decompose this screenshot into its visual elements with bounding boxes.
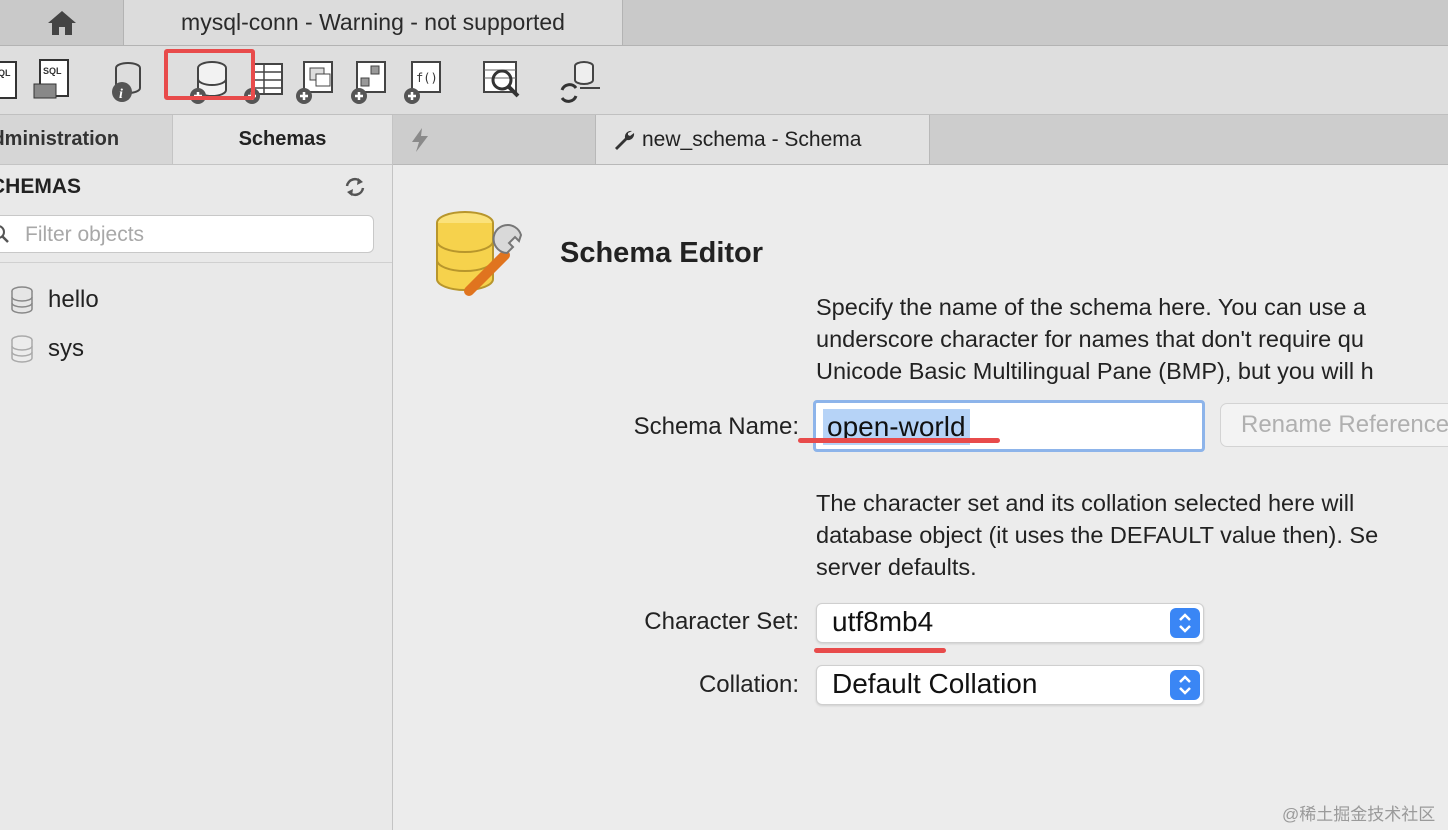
editor-tab-bar: new_schema - Schema <box>393 115 1448 165</box>
collation-label: Collation: <box>698 671 799 698</box>
wrench-icon <box>615 130 635 150</box>
collation-select[interactable]: Default Collation <box>816 665 1204 705</box>
schema-name-label: Schema Name: <box>633 413 799 440</box>
sidebar-divider <box>0 262 392 263</box>
search-icon <box>0 225 9 243</box>
home-icon <box>47 10 76 35</box>
tab-label: new_schema - Schema <box>642 127 862 151</box>
annotation-underline <box>814 648 946 653</box>
sidebar-tabs: Administration Schemas <box>0 115 392 165</box>
tab-schemas[interactable]: Schemas <box>173 115 392 164</box>
search-table-data-icon[interactable] <box>478 54 526 106</box>
collation-value: Default Collation <box>832 668 1038 699</box>
new-sql-tab-icon[interactable]: SQL <box>0 54 26 106</box>
connection-tab[interactable]: mysql-conn - Warning - not supported <box>124 0 623 45</box>
refresh-icon[interactable] <box>342 175 368 199</box>
schema-item-hello[interactable]: hello <box>8 280 99 320</box>
svg-text:i: i <box>119 87 123 102</box>
create-function-icon[interactable]: f() <box>400 54 448 106</box>
character-set-value: utf8mb4 <box>832 606 934 637</box>
schemas-header: SCHEMAS <box>0 175 300 205</box>
database-icon <box>11 286 33 314</box>
svg-text:SQL: SQL <box>43 66 62 76</box>
create-procedure-icon[interactable] <box>345 54 393 106</box>
select-stepper-icon <box>1170 670 1200 700</box>
create-view-icon[interactable] <box>292 54 340 106</box>
svg-text:f(): f() <box>416 71 438 85</box>
name-description-line-2: underscore character for names that don'… <box>816 326 1364 352</box>
schema-editor-icon <box>436 211 523 296</box>
filter-objects-field[interactable] <box>0 215 374 254</box>
name-description-line-3: Unicode Basic Multilingual Pane (BMP), b… <box>816 358 1374 384</box>
navigator-sidebar: Administration Schemas SCHEMAS hello <box>0 115 393 830</box>
schema-item-sys[interactable]: sys <box>8 329 84 369</box>
schema-name-input[interactable]: open-world <box>813 400 1205 452</box>
annotation-underline <box>798 438 1000 443</box>
tab-new-schema[interactable]: new_schema - Schema <box>596 115 930 164</box>
character-set-label: Character Set: <box>644 608 799 635</box>
select-stepper-icon <box>1170 608 1200 638</box>
charset-description-line-1: The character set and its collation sele… <box>816 490 1355 516</box>
filter-objects-input[interactable] <box>23 216 367 254</box>
charset-description-line-3: server defaults. <box>816 554 977 580</box>
schema-editor-panel: Schema Editor Specify the name of the sc… <box>393 165 1448 830</box>
character-set-select[interactable]: utf8mb4 <box>816 603 1204 643</box>
schema-name: sys <box>48 335 84 362</box>
rename-references-button[interactable]: Rename References <box>1220 403 1448 447</box>
reconnect-icon[interactable] <box>556 54 604 106</box>
svg-text:SQL: SQL <box>0 68 11 78</box>
home-tab[interactable] <box>0 0 124 45</box>
charset-description-line-2: database object (it uses the DEFAULT val… <box>816 522 1379 548</box>
tab-administration[interactable]: Administration <box>0 115 173 164</box>
database-icon <box>11 335 33 363</box>
connection-tab-bar: mysql-conn - Warning - not supported <box>0 0 1448 46</box>
page-title: Schema Editor <box>560 237 764 269</box>
schema-name: hello <box>48 286 99 313</box>
name-description-line-1: Specify the name of the schema here. You… <box>816 294 1367 320</box>
tab-query[interactable] <box>393 115 596 164</box>
create-schema-highlight <box>164 49 255 100</box>
lightning-icon <box>412 128 428 152</box>
watermark: @稀土掘金技术社区 <box>1282 805 1436 824</box>
schemas-section-title: SCHEMAS <box>0 175 82 198</box>
open-sql-script-icon[interactable]: SQL <box>30 54 78 106</box>
inspector-icon[interactable]: i <box>102 54 150 106</box>
